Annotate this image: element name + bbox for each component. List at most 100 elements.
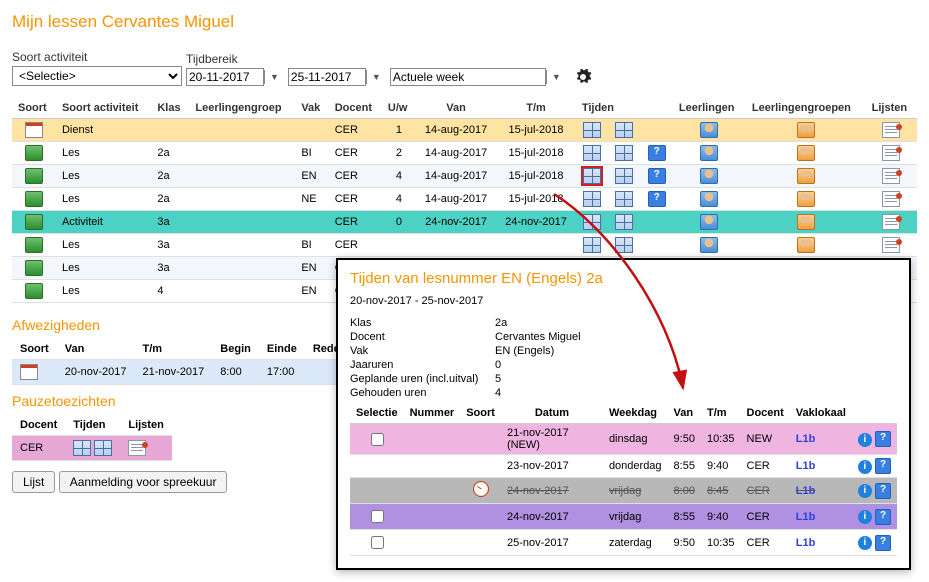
- cell-klas: 3a: [151, 211, 189, 234]
- list-icon[interactable]: [882, 145, 900, 161]
- chevron-down-icon[interactable]: ▼: [366, 70, 386, 84]
- cell-docent: CER: [329, 119, 382, 142]
- cell-vak: [295, 119, 328, 142]
- lesson-row[interactable]: Les3aBICER: [12, 234, 917, 257]
- user-icon[interactable]: [700, 214, 718, 230]
- room-link[interactable]: L1b: [796, 485, 816, 497]
- lesson-row[interactable]: DienstCER114-aug-201715-jul-2018: [12, 119, 917, 142]
- schedule-icon[interactable]: [73, 440, 91, 456]
- lesson-row[interactable]: Les2aNECER414-aug-201715-jul-2018?: [12, 188, 917, 211]
- user-icon[interactable]: [700, 168, 718, 184]
- lesson-row[interactable]: Les2aBICER214-aug-201715-jul-2018?: [12, 142, 917, 165]
- room-link[interactable]: L1b: [796, 511, 816, 523]
- schedule-icon[interactable]: [583, 168, 601, 184]
- list-icon[interactable]: [128, 440, 146, 456]
- pt-col-week: Weekdag: [603, 403, 668, 424]
- help-icon[interactable]: ?: [875, 535, 891, 551]
- cell-klas: 2a: [151, 165, 189, 188]
- help-icon[interactable]: ?: [648, 191, 666, 207]
- help-icon[interactable]: ?: [875, 483, 891, 499]
- schedule-icon[interactable]: [615, 122, 633, 138]
- list-icon[interactable]: [882, 122, 900, 138]
- lijst-button[interactable]: Lijst: [12, 471, 55, 493]
- cell-uw: 1: [382, 119, 416, 142]
- schedule-icon[interactable]: [615, 237, 633, 253]
- user-icon[interactable]: [700, 145, 718, 161]
- lesson-row[interactable]: Activiteit3aCER024-nov-201724-nov-2017: [12, 211, 917, 234]
- cell-klas: 4: [151, 280, 189, 303]
- users-icon[interactable]: [797, 145, 815, 161]
- users-icon[interactable]: [797, 122, 815, 138]
- info-icon[interactable]: i: [858, 433, 872, 447]
- col-groep: Leerlingengroep: [189, 98, 295, 119]
- schedule-icon[interactable]: [615, 168, 633, 184]
- cell-uw: 4: [382, 188, 416, 211]
- list-icon[interactable]: [882, 214, 900, 230]
- help-icon[interactable]: ?: [875, 509, 891, 525]
- activity-filter-select[interactable]: <Selectie>: [12, 66, 182, 86]
- popup-time-row[interactable]: 21-nov-2017 (NEW)dinsdag9:5010:35NEWL1bi…: [350, 424, 897, 455]
- lesson-row[interactable]: Les2aENCER414-aug-201715-jul-2018?: [12, 165, 917, 188]
- room-link[interactable]: L1b: [796, 460, 816, 472]
- help-icon[interactable]: ?: [648, 145, 666, 161]
- info-icon[interactable]: i: [858, 460, 872, 474]
- abs-col-einde: Einde: [259, 339, 305, 360]
- popup-times-table: Selectie Nummer Soort Datum Weekdag Van …: [350, 403, 897, 556]
- help-icon[interactable]: ?: [648, 168, 666, 184]
- date-from-input[interactable]: [186, 68, 264, 86]
- cell-vak: BI: [295, 234, 328, 257]
- room-link[interactable]: L1b: [796, 537, 816, 549]
- list-icon[interactable]: [882, 191, 900, 207]
- popup-time-row[interactable]: 25-nov-2017zaterdag9:5010:35CERL1bi ?: [350, 530, 897, 556]
- list-icon[interactable]: [882, 237, 900, 253]
- aanmelding-button[interactable]: Aanmelding voor spreekuur: [59, 471, 228, 493]
- schedule-icon[interactable]: [583, 237, 601, 253]
- row-checkbox[interactable]: [371, 536, 384, 549]
- schedule-icon[interactable]: [615, 191, 633, 207]
- chevron-down-icon[interactable]: ▼: [546, 70, 566, 84]
- info-icon[interactable]: i: [858, 484, 872, 498]
- monitor-icon: [25, 260, 43, 276]
- gear-icon[interactable]: [574, 68, 592, 86]
- monitor-icon: [25, 191, 43, 207]
- users-icon[interactable]: [797, 214, 815, 230]
- popup-time-row[interactable]: 23-nov-2017donderdag8:559:40CERL1bi ?: [350, 455, 897, 478]
- absence-row[interactable]: 20-nov-2017 21-nov-2017 8:00 17:00: [12, 360, 354, 385]
- list-icon[interactable]: [882, 168, 900, 184]
- schedule-icon[interactable]: [583, 191, 601, 207]
- info-icon[interactable]: i: [858, 536, 872, 550]
- users-icon[interactable]: [797, 191, 815, 207]
- popup-time-row[interactable]: 24-nov-2017vrijdag8:559:40CERL1bi ?: [350, 504, 897, 530]
- schedule-icon[interactable]: [615, 145, 633, 161]
- row-checkbox[interactable]: [371, 510, 384, 523]
- popup-time-row[interactable]: 24-nov-2017vrijdag8:008:45CERL1bi ?: [350, 478, 897, 504]
- pt-tm: 10:35: [701, 530, 741, 556]
- schedule-icon[interactable]: [583, 214, 601, 230]
- abs-begin: 8:00: [212, 360, 259, 385]
- row-checkbox[interactable]: [371, 433, 384, 446]
- cell-vak: EN: [295, 280, 328, 303]
- pauze-row[interactable]: CER: [12, 436, 172, 461]
- user-icon[interactable]: [700, 237, 718, 253]
- help-icon[interactable]: ?: [875, 458, 891, 474]
- users-icon[interactable]: [797, 168, 815, 184]
- cell-docent: CER: [329, 188, 382, 211]
- users-icon[interactable]: [797, 237, 815, 253]
- date-to-input[interactable]: [288, 68, 366, 86]
- chevron-down-icon[interactable]: ▼: [264, 70, 284, 84]
- cell-van: 14-aug-2017: [416, 188, 496, 211]
- schedule-icon[interactable]: [583, 122, 601, 138]
- schedule-icon[interactable]: [94, 440, 112, 456]
- week-preset-input[interactable]: [390, 68, 546, 86]
- info-icon[interactable]: i: [858, 510, 872, 524]
- col-soort: Soort: [12, 98, 56, 119]
- schedule-icon[interactable]: [583, 145, 601, 161]
- help-icon[interactable]: ?: [875, 431, 891, 447]
- col-klas: Klas: [151, 98, 189, 119]
- cell-klas: 3a: [151, 257, 189, 280]
- user-icon[interactable]: [700, 122, 718, 138]
- schedule-icon[interactable]: [615, 214, 633, 230]
- room-link[interactable]: L1b: [796, 433, 816, 445]
- cell-van: 14-aug-2017: [416, 119, 496, 142]
- user-icon[interactable]: [700, 191, 718, 207]
